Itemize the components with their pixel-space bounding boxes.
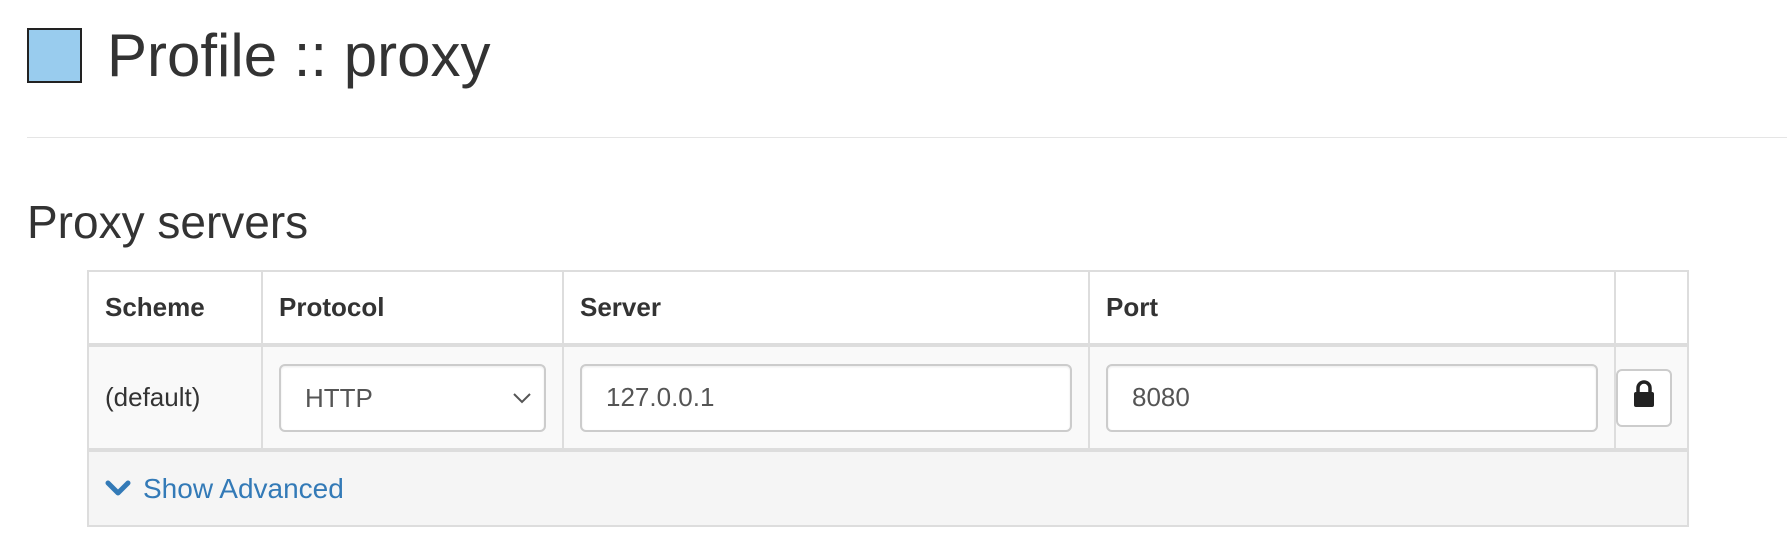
table-row: (default) HTTP [87,344,1689,452]
scheme-cell: (default) [87,344,263,452]
show-advanced-link[interactable]: Show Advanced [105,473,344,505]
lock-button[interactable] [1616,368,1672,427]
column-header-protocol: Protocol [261,270,564,347]
column-header-actions [1614,270,1689,347]
table-header-row: Scheme Protocol Server Port [87,270,1689,347]
advanced-cell: Show Advanced [87,449,1689,527]
show-advanced-label: Show Advanced [143,472,344,504]
protocol-cell: HTTP [261,344,564,452]
lock-icon [1632,380,1656,415]
chevron-down-icon [105,480,131,498]
protocol-select-value: HTTP [305,382,373,413]
column-header-scheme: Scheme [87,270,263,347]
port-cell [1088,344,1616,452]
actions-cell [1614,344,1689,452]
column-header-server: Server [562,270,1090,347]
chevron-down-icon [512,366,532,430]
protocol-select[interactable]: HTTP [279,363,546,432]
section-title: Proxy servers [27,196,309,248]
page-header: Profile :: proxy [27,0,1787,138]
proxy-servers-table: Scheme Protocol Server Port (default) HT… [87,270,1689,527]
page-title: Profile :: proxy [107,22,491,89]
column-header-port: Port [1088,270,1616,347]
advanced-row: Show Advanced [87,449,1689,527]
profile-color-swatch[interactable] [27,28,82,83]
server-cell [562,344,1090,452]
server-input[interactable] [580,363,1072,432]
port-input[interactable] [1106,363,1598,432]
